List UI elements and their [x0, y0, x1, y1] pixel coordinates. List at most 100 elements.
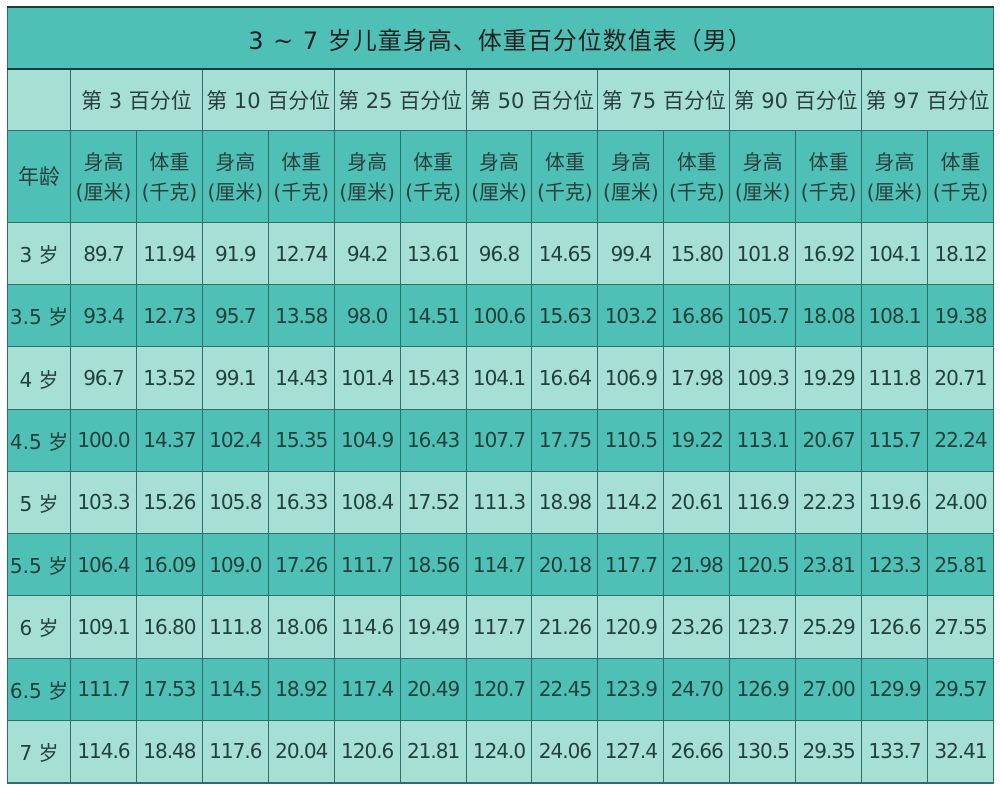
- weight-value-cell: 24.06: [531, 719, 599, 784]
- height-value-cell: 124.0: [465, 719, 533, 784]
- height-header: 身高 (厘米): [597, 130, 665, 223]
- age-cell: 4.5 岁: [7, 408, 71, 472]
- height-value-cell: 114.6: [333, 595, 401, 659]
- height-value-cell: 127.4: [597, 719, 665, 784]
- weight-value-cell: 17.52: [399, 470, 467, 535]
- height-value-cell: 109.0: [201, 533, 269, 597]
- age-cell: 4 岁: [7, 346, 71, 410]
- weight-value-cell: 16.92: [795, 221, 863, 286]
- percentile-table: 3 ~ 7 岁儿童身高、体重百分位数值表（男） 第 3 百分位第 10 百分位第…: [7, 6, 995, 784]
- table-row: 3.5 岁 93.4 12.73 95.7 13.58 98.0 14.51 100.6 15.…: [7, 284, 995, 348]
- weight-header: 体重 (千克): [926, 130, 995, 223]
- height-header-unit: (厘米): [734, 179, 791, 204]
- height-header-label: 身高: [83, 149, 124, 174]
- height-header-unit: (厘米): [471, 179, 527, 204]
- height-value-cell: 126.6: [861, 595, 928, 659]
- height-header-unit: (厘米): [207, 179, 264, 204]
- height-value-cell: 96.8: [465, 221, 533, 286]
- weight-value-cell: 20.71: [926, 346, 995, 410]
- weight-header-label: 体重: [940, 149, 981, 174]
- height-value-cell: 102.4: [201, 408, 269, 472]
- weight-header: 体重 (千克): [135, 130, 203, 223]
- age-cell: 5 岁: [7, 470, 71, 535]
- percentile-header: 第 75 百分位: [597, 68, 731, 131]
- weight-header: 体重 (千克): [663, 130, 731, 223]
- height-header: 身高 (厘米): [201, 130, 269, 223]
- weight-value-cell: 16.09: [135, 533, 203, 597]
- height-value-cell: 120.5: [729, 533, 797, 597]
- table-body: 3 岁 89.7 11.94 91.9 12.74 94.2 13.61 96.8 14.65 9…: [7, 221, 995, 784]
- height-header-unit: (厘米): [339, 179, 395, 204]
- weight-header-label: 体重: [281, 149, 322, 174]
- height-value-cell: 104.1: [465, 346, 533, 410]
- weight-value-cell: 25.29: [795, 595, 863, 659]
- height-value-cell: 123.9: [597, 657, 665, 721]
- age-cell: 6 岁: [7, 595, 71, 659]
- height-value-cell: 103.2: [597, 284, 665, 348]
- weight-value-cell: 12.74: [267, 221, 335, 286]
- weight-value-cell: 11.94: [135, 221, 203, 286]
- weight-value-cell: 22.23: [795, 470, 863, 535]
- height-value-cell: 99.4: [597, 221, 665, 286]
- weight-header-unit: (千克): [668, 179, 725, 204]
- height-value-cell: 111.8: [201, 595, 269, 659]
- table-row: 4.5 岁 100.0 14.37 102.4 15.35 104.9 16.43 107.7…: [7, 408, 995, 472]
- weight-header-label: 体重: [413, 149, 454, 174]
- height-header-label: 身高: [610, 149, 651, 174]
- weight-value-cell: 20.61: [663, 470, 731, 535]
- height-value-cell: 106.9: [597, 346, 665, 410]
- table-row: 6 岁 109.1 16.80 111.8 18.06 114.6 19.49 117.7 21…: [7, 595, 995, 659]
- weight-header-unit: (千克): [405, 179, 461, 204]
- weight-value-cell: 14.51: [399, 284, 467, 348]
- weight-header: 体重 (千克): [531, 130, 599, 223]
- weight-value-cell: 15.43: [399, 346, 467, 410]
- weight-header-unit: (千克): [273, 179, 330, 204]
- height-value-cell: 108.4: [333, 470, 401, 535]
- height-value-cell: 117.7: [465, 595, 533, 659]
- height-value-cell: 123.7: [729, 595, 797, 659]
- height-value-cell: 133.7: [861, 719, 928, 784]
- weight-value-cell: 15.26: [135, 470, 203, 535]
- weight-value-cell: 19.38: [926, 284, 995, 348]
- weight-value-cell: 17.53: [135, 657, 203, 721]
- percentile-header: 第 10 百分位: [201, 68, 335, 131]
- percentile-header: 第 3 百分位: [70, 68, 203, 131]
- height-header-unit: (厘米): [75, 179, 132, 204]
- height-value-cell: 117.4: [333, 657, 401, 721]
- height-value-cell: 99.1: [201, 346, 269, 410]
- height-header: 身高 (厘米): [333, 130, 401, 223]
- weight-value-cell: 18.12: [926, 221, 995, 286]
- weight-value-cell: 18.48: [135, 719, 203, 784]
- height-value-cell: 93.4: [70, 284, 137, 348]
- height-header-label: 身高: [478, 149, 519, 174]
- height-value-cell: 120.9: [597, 595, 665, 659]
- height-value-cell: 109.3: [729, 346, 797, 410]
- weight-header-label: 体重: [808, 149, 849, 174]
- weight-value-cell: 32.41: [926, 719, 995, 784]
- weight-value-cell: 29.35: [795, 719, 863, 784]
- percentile-header: 第 90 百分位: [729, 68, 863, 131]
- height-value-cell: 114.5: [201, 657, 269, 721]
- height-value-cell: 104.1: [861, 221, 928, 286]
- weight-value-cell: 17.75: [531, 408, 599, 472]
- weight-header-label: 体重: [149, 149, 190, 174]
- percentile-header: 第 97 百分位: [861, 68, 994, 131]
- age-cell: 7 岁: [7, 719, 71, 784]
- percentile-header: 第 25 百分位: [333, 68, 467, 131]
- height-header-label: 身高: [347, 149, 388, 174]
- height-header-label: 身高: [742, 149, 783, 174]
- weight-value-cell: 13.52: [135, 346, 203, 410]
- weight-value-cell: 23.81: [795, 533, 863, 597]
- height-value-cell: 126.9: [729, 657, 797, 721]
- height-value-cell: 109.1: [70, 595, 137, 659]
- weight-value-cell: 16.33: [267, 470, 335, 535]
- height-value-cell: 115.7: [861, 408, 928, 472]
- measure-header-row: 年龄 身高 (厘米) 体重 (千克) 身高 (厘米) 体重 (千克) 身高 (厘米) 体重 (千克) 身…: [7, 130, 995, 223]
- weight-value-cell: 22.45: [531, 657, 599, 721]
- height-value-cell: 101.8: [729, 221, 797, 286]
- weight-value-cell: 16.86: [663, 284, 731, 348]
- percentile-table-container: 3 ~ 7 岁儿童身高、体重百分位数值表（男） 第 3 百分位第 10 百分位第…: [7, 6, 995, 784]
- title-row: 3 ~ 7 岁儿童身高、体重百分位数值表（男）: [7, 6, 994, 70]
- height-value-cell: 114.6: [70, 719, 137, 784]
- weight-header-unit: (千克): [932, 179, 989, 204]
